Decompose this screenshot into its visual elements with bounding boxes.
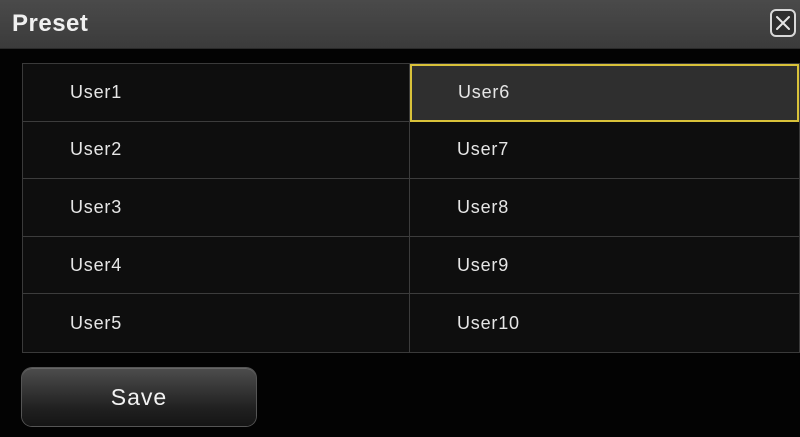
preset-item-user9[interactable]: User9	[410, 236, 799, 295]
preset-label: User10	[457, 312, 520, 333]
preset-item-user6[interactable]: User6	[410, 64, 799, 122]
dialog-title: Preset	[12, 10, 89, 37]
preset-label: User8	[457, 196, 510, 217]
preset-item-user10[interactable]: User10	[410, 294, 799, 352]
preset-grid: User1 User2 User3 User4 User5 User6 User…	[22, 63, 800, 353]
preset-label: User9	[457, 254, 510, 275]
close-icon	[776, 16, 790, 30]
preset-item-user2[interactable]: User2	[23, 121, 410, 180]
preset-dialog: Preset User1 User2 User3 User4 User5 Use…	[0, 0, 800, 437]
preset-item-user3[interactable]: User3	[23, 179, 410, 237]
preset-label: User5	[70, 312, 123, 333]
preset-label: User7	[457, 139, 510, 160]
preset-item-user4[interactable]: User4	[23, 236, 410, 295]
close-button[interactable]	[770, 9, 796, 37]
preset-label: User3	[70, 196, 123, 217]
preset-item-user8[interactable]: User8	[410, 179, 799, 237]
preset-label: User4	[70, 254, 123, 275]
preset-label: User2	[70, 139, 123, 160]
preset-item-user1[interactable]: User1	[23, 64, 410, 122]
preset-item-user7[interactable]: User7	[410, 121, 799, 180]
save-button[interactable]: Save	[22, 368, 256, 426]
preset-label: User1	[70, 81, 123, 102]
preset-item-user5[interactable]: User5	[23, 294, 410, 352]
preset-label: User6	[458, 82, 511, 103]
title-bar: Preset	[0, 0, 800, 49]
